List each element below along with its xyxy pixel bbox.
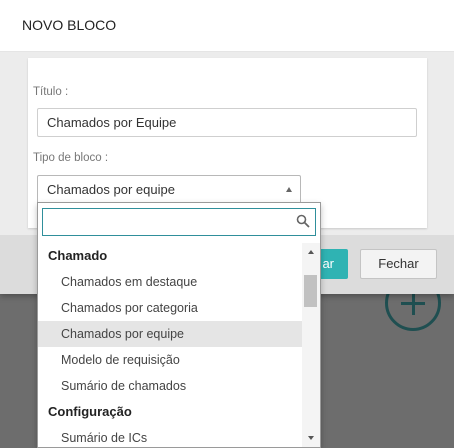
option-chamados-por-equipe[interactable]: Chamados por equipe: [38, 321, 302, 347]
search-icon: [296, 214, 310, 228]
modal-header: NOVO BLOCO: [0, 0, 454, 52]
chevron-up-icon[interactable]: [308, 250, 314, 254]
block-type-value: Chamados por equipe: [47, 182, 175, 197]
chevron-down-icon[interactable]: [308, 436, 314, 440]
chevron-up-icon: [286, 187, 292, 192]
dropdown-list: Chamado Chamados em destaque Chamados po…: [38, 243, 302, 447]
dropdown-scrollbar[interactable]: [302, 243, 320, 447]
modal-title: NOVO BLOCO: [22, 17, 117, 33]
block-type-dropdown: Chamado Chamados em destaque Chamados po…: [37, 202, 321, 448]
option-sumario-de-chamados[interactable]: Sumário de chamados: [38, 373, 302, 399]
title-label: Título :: [33, 86, 69, 98]
close-button[interactable]: Fechar: [360, 249, 437, 279]
option-sumario-de-ics[interactable]: Sumário de ICs: [38, 425, 302, 447]
option-modelo-de-requisicao[interactable]: Modelo de requisição: [38, 347, 302, 373]
option-chamados-por-categoria[interactable]: Chamados por categoria: [38, 295, 302, 321]
title-input[interactable]: Chamados por Equipe: [37, 108, 417, 137]
scrollbar-thumb[interactable]: [304, 275, 317, 307]
dropdown-search-input[interactable]: [42, 208, 316, 236]
group-header-chamado: Chamado: [48, 248, 108, 263]
block-type-label: Tipo de bloco :: [33, 152, 109, 164]
group-header-configuracao: Configuração: [48, 404, 132, 419]
option-chamados-em-destaque[interactable]: Chamados em destaque: [38, 269, 302, 295]
block-type-select[interactable]: Chamados por equipe: [37, 175, 301, 205]
